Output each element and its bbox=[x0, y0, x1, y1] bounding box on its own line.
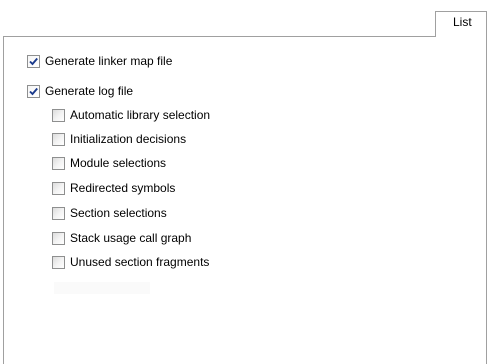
log-option-stack-usage-call-graph[interactable]: Stack usage call graph bbox=[52, 230, 191, 246]
log-option-redirected-symbols[interactable]: Redirected symbols bbox=[52, 180, 175, 196]
linker-list-options-page: List Generate linker map file Generate l… bbox=[0, 0, 488, 364]
initialization-decisions-checkbox[interactable] bbox=[52, 132, 65, 146]
generate-linker-map-checkbox[interactable] bbox=[27, 54, 40, 68]
redirected-symbols-checkbox[interactable] bbox=[52, 181, 65, 195]
initialization-decisions-label: Initialization decisions bbox=[70, 132, 187, 146]
automatic-library-selection-checkbox[interactable] bbox=[52, 108, 65, 122]
tab-list[interactable]: List bbox=[435, 11, 487, 37]
tab-list-label: List bbox=[453, 15, 472, 29]
log-option-initialization-decisions[interactable]: Initialization decisions bbox=[52, 131, 186, 147]
section-selections-checkbox[interactable] bbox=[52, 206, 65, 220]
module-selections-label: Module selections bbox=[70, 156, 167, 170]
log-option-module-selections[interactable]: Module selections bbox=[52, 155, 166, 171]
generate-log-file-checkbox[interactable] bbox=[27, 84, 40, 98]
log-option-section-selections[interactable]: Section selections bbox=[52, 205, 167, 221]
redirected-symbols-label: Redirected symbols bbox=[70, 181, 176, 195]
automatic-library-selection-label: Automatic library selection bbox=[70, 108, 211, 122]
generate-log-file-option[interactable]: Generate log file bbox=[27, 83, 133, 99]
tab-strip: List bbox=[0, 0, 488, 37]
generate-linker-map-label: Generate linker map file bbox=[45, 54, 173, 68]
section-selections-label: Section selections bbox=[70, 206, 167, 220]
faint-hidden-option bbox=[54, 282, 150, 294]
log-option-unused-section-fragments[interactable]: Unused section fragments bbox=[52, 254, 209, 270]
unused-section-fragments-checkbox[interactable] bbox=[52, 255, 65, 269]
list-options-panel: Generate linker map file Generate log fi… bbox=[3, 36, 487, 364]
module-selections-checkbox[interactable] bbox=[52, 156, 65, 170]
stack-usage-call-graph-checkbox[interactable] bbox=[52, 231, 65, 245]
generate-linker-map-option[interactable]: Generate linker map file bbox=[27, 53, 172, 69]
stack-usage-call-graph-label: Stack usage call graph bbox=[70, 231, 192, 245]
generate-log-file-label: Generate log file bbox=[45, 84, 134, 98]
unused-section-fragments-label: Unused section fragments bbox=[70, 255, 210, 269]
log-option-automatic-library-selection[interactable]: Automatic library selection bbox=[52, 107, 210, 123]
checkmark-icon bbox=[29, 57, 38, 65]
checkmark-icon bbox=[29, 87, 38, 95]
